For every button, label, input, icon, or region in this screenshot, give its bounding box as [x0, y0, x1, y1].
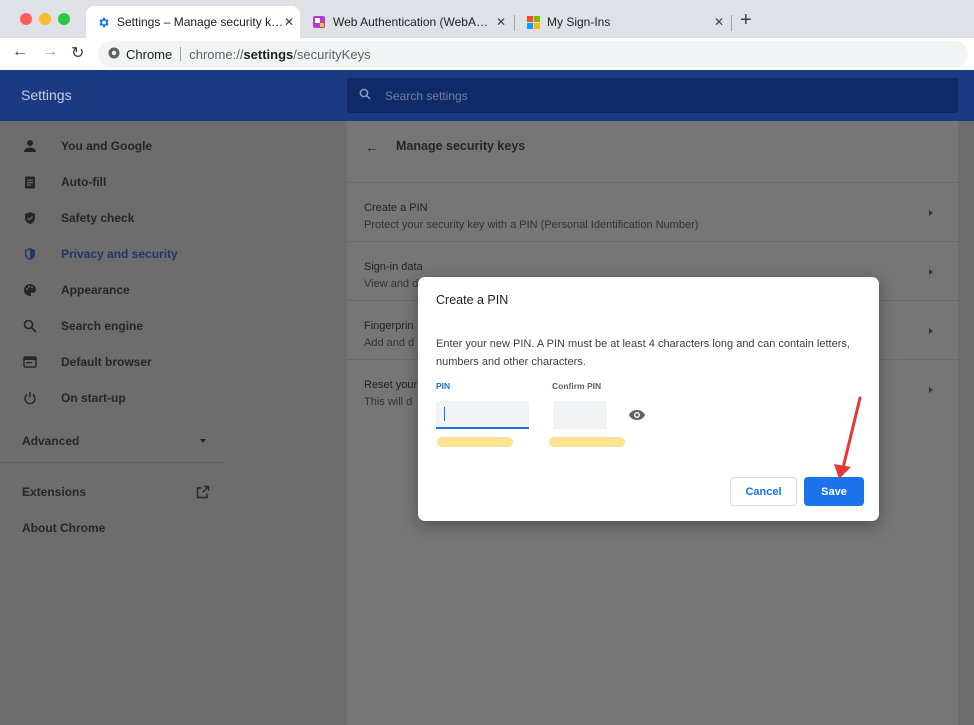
tab-settings[interactable]: Settings – Manage security keys ✕	[86, 6, 300, 38]
sidebar-item-you-and-google[interactable]: You and Google	[22, 137, 152, 155]
sidebar-advanced-toggle[interactable]: Advanced	[22, 432, 206, 450]
clipboard-icon	[22, 174, 38, 190]
sidebar-item-label: Safety check	[61, 211, 135, 225]
sidebar-item-about-chrome[interactable]: About Chrome	[22, 519, 105, 537]
search-icon	[359, 88, 371, 103]
tab-close-icon[interactable]: ✕	[496, 15, 506, 29]
sidebar-item-appearance[interactable]: Appearance	[22, 281, 130, 299]
shield-check-icon	[22, 210, 38, 226]
sidebar-item-label: Search engine	[61, 319, 144, 333]
search-icon	[22, 318, 38, 334]
text-caret	[444, 407, 445, 421]
pin-input[interactable]	[436, 401, 529, 429]
minimize-window-button[interactable]	[39, 13, 51, 25]
row-title: Sign-in data	[364, 261, 423, 273]
microsoft-icon	[526, 15, 540, 29]
row-create-pin[interactable]: Create a PIN Protect your security key w…	[347, 182, 958, 240]
person-icon	[22, 138, 38, 154]
url-scheme: chrome://	[189, 46, 244, 62]
sidebar-item-on-start-up[interactable]: On start-up	[22, 389, 126, 407]
settings-sidebar: You and Google Auto-fill Safety check Pr…	[0, 121, 224, 725]
tab-separator	[731, 15, 732, 31]
address-bar[interactable]: Chrome chrome://settings/securityKeys	[98, 41, 968, 67]
sidebar-item-default-browser[interactable]: Default browser	[22, 353, 152, 371]
external-link-icon	[196, 485, 210, 502]
pin-label: PIN	[436, 381, 451, 391]
sidebar-item-label: Privacy and security	[61, 247, 178, 261]
about-chrome-label: About Chrome	[22, 521, 106, 535]
chevron-down-icon	[200, 439, 206, 443]
save-button[interactable]: Save	[804, 477, 864, 506]
tab-title: Settings – Manage security keys	[117, 15, 287, 29]
back-arrow-icon[interactable]: ←	[365, 139, 379, 155]
webauthn-icon	[312, 15, 326, 29]
chevron-right-icon	[929, 387, 933, 393]
sidebar-item-label: Appearance	[61, 283, 130, 297]
row-subtitle: View and d	[364, 278, 419, 290]
tab-title: Web Authentication (WebAuthn)	[333, 15, 491, 29]
sidebar-divider	[0, 462, 224, 463]
security-chip-label: Chrome	[126, 46, 173, 62]
back-arrow-icon[interactable]: ←	[12, 43, 28, 61]
confirm-pin-label: Confirm PIN	[552, 381, 602, 391]
row-subtitle: This will d	[364, 396, 413, 408]
eye-icon[interactable]	[628, 408, 646, 420]
search-placeholder: Search settings	[385, 88, 468, 103]
chevron-right-icon	[929, 328, 933, 334]
forward-arrow-icon[interactable]: →	[42, 43, 58, 61]
search-settings-input[interactable]: Search settings	[347, 78, 958, 113]
omnibox-divider	[180, 47, 182, 61]
reload-icon[interactable]: ↻	[71, 43, 84, 63]
chrome-logo-icon	[108, 47, 120, 62]
tab-webauthn[interactable]: Web Authentication (WebAuthn) ✕	[302, 6, 512, 38]
sidebar-item-label: On start-up	[61, 391, 126, 405]
sidebar-item-autofill[interactable]: Auto-fill	[22, 173, 106, 191]
browser-toolbar: ← → ↻ Chrome chrome://settings/securityK…	[0, 38, 974, 70]
row-title: Reset your	[364, 379, 418, 391]
url-path: /securityKeys	[293, 46, 371, 62]
power-icon	[22, 390, 38, 406]
advanced-label: Advanced	[22, 434, 80, 448]
tab-my-sign-ins[interactable]: My Sign-Ins ✕	[516, 6, 730, 38]
chevron-right-icon	[929, 269, 933, 275]
dialog-title: Create a PIN	[436, 293, 509, 307]
new-tab-plus-icon[interactable]: +	[740, 9, 752, 32]
url-text: chrome://settings/securityKeys	[189, 47, 370, 62]
sidebar-item-label: Default browser	[61, 355, 152, 369]
page-title: Manage security keys	[396, 139, 526, 153]
cancel-button[interactable]: Cancel	[730, 477, 797, 506]
zoom-window-button[interactable]	[58, 13, 70, 25]
sidebar-item-safety-check[interactable]: Safety check	[22, 209, 134, 227]
sidebar-item-label: You and Google	[61, 139, 153, 153]
extensions-label: Extensions	[22, 485, 87, 499]
settings-header: Settings Search settings	[0, 70, 974, 121]
row-title: Fingerprin	[364, 320, 414, 332]
row-title: Create a PIN	[364, 202, 428, 214]
dialog-description: Enter your new PIN. A PIN must be at lea…	[436, 338, 850, 368]
sidebar-item-privacy-and-security[interactable]: Privacy and security	[22, 245, 178, 263]
url-host: settings	[243, 46, 294, 62]
tab-title: My Sign-Ins	[547, 15, 611, 29]
confirm-hint-highlight	[549, 437, 625, 447]
palette-icon	[22, 282, 38, 298]
sidebar-item-extensions[interactable]: Extensions	[22, 483, 210, 501]
settings-title: Settings	[21, 87, 72, 103]
sidebar-item-search-engine[interactable]: Search engine	[22, 317, 143, 335]
browser-window: Settings – Manage security keys ✕ Web Au…	[0, 0, 974, 725]
chevron-right-icon	[929, 210, 933, 216]
row-subtitle: Protect your security key with a PIN (Pe…	[364, 219, 699, 231]
pin-hint-highlight	[437, 437, 513, 447]
close-window-button[interactable]	[20, 13, 32, 25]
tab-close-icon[interactable]: ✕	[284, 15, 294, 29]
tab-close-icon[interactable]: ✕	[714, 15, 724, 29]
create-pin-dialog: Create a PIN Enter your new PIN. A PIN m…	[418, 277, 879, 521]
gear-icon	[96, 15, 110, 29]
browser-icon	[22, 354, 38, 370]
tab-strip: Settings – Manage security keys ✕ Web Au…	[0, 0, 974, 38]
tab-separator	[514, 15, 515, 31]
row-subtitle: Add and d	[364, 337, 415, 349]
confirm-pin-input[interactable]	[553, 401, 607, 429]
sidebar-item-label: Auto-fill	[61, 175, 107, 189]
shield-icon	[22, 246, 38, 262]
